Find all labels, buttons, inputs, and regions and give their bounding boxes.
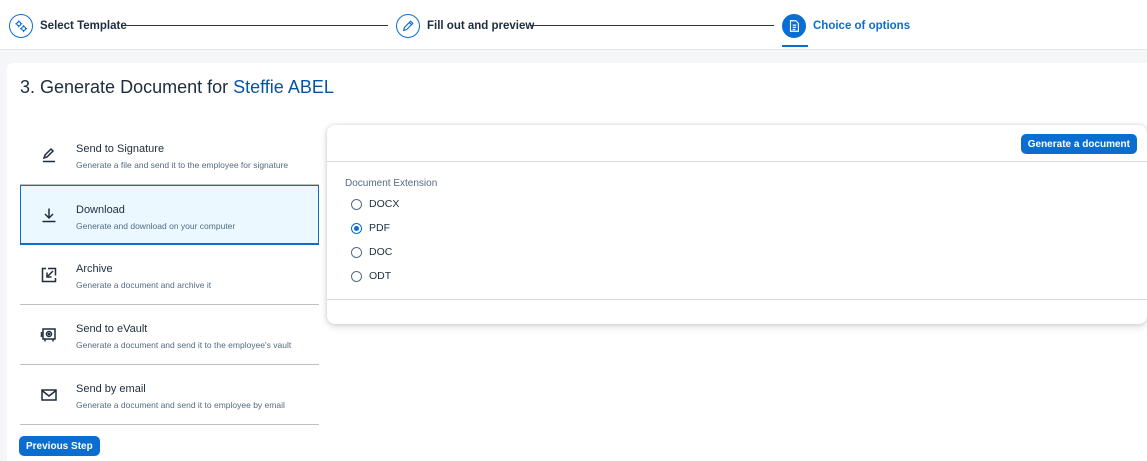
signature-pen-icon (38, 125, 60, 184)
document-icon (782, 14, 806, 38)
vault-icon (38, 305, 60, 364)
step-select-template[interactable]: Select Template (9, 13, 127, 39)
step-connector (530, 25, 774, 26)
radio-label: ODT (369, 270, 392, 282)
option-description: Generate and download on your computer (76, 221, 236, 231)
step-fill-preview[interactable]: Fill out and preview (396, 13, 534, 39)
step-choice-options[interactable]: Choice of options (782, 13, 910, 39)
radio-pdf[interactable]: PDF (351, 222, 390, 234)
radio-button[interactable] (351, 246, 362, 258)
option-title: Archive (76, 263, 113, 275)
page-title: 3. Generate Document for Steffie ABEL (20, 77, 334, 97)
option-title: Send by email (76, 383, 146, 395)
generate-options-card: Generate a document Document Extension D… (327, 125, 1147, 324)
main-panel: 3. Generate Document for Steffie ABEL Se… (7, 63, 1147, 461)
option-download[interactable]: Download Generate and download on your c… (20, 185, 319, 245)
option-title: Send to Signature (76, 143, 165, 155)
archive-icon (38, 245, 60, 304)
download-icon (38, 186, 60, 243)
active-step-indicator (782, 45, 808, 47)
step-label: Select Template (40, 20, 127, 32)
radio-button[interactable] (351, 270, 362, 282)
step-label: Fill out and preview (427, 20, 535, 32)
radio-button[interactable] (351, 198, 362, 210)
option-description: Generate a document and archive it (76, 280, 212, 290)
radio-odt[interactable]: ODT (351, 270, 391, 282)
wizard-stepper: Select Template Fill out and preview Cho… (0, 0, 1147, 50)
option-description: Generate a document and send it to emplo… (76, 400, 285, 410)
option-description: Generate a document and send it to the e… (76, 340, 292, 350)
edit-icon (396, 14, 420, 38)
option-title: Download (76, 204, 125, 216)
option-description: Generate a file and send it to the emplo… (76, 160, 289, 170)
radio-label: PDF (369, 222, 390, 234)
employee-name: Steffie ABEL (233, 77, 334, 97)
step-label: Choice of options (813, 20, 911, 32)
option-archive[interactable]: Archive Generate a document and archive … (20, 245, 319, 305)
radio-docx[interactable]: DOCX (351, 198, 399, 210)
option-send-to-signature[interactable]: Send to Signature Generate a file and se… (20, 125, 319, 185)
option-send-by-email[interactable]: Send by email Generate a document and se… (20, 365, 319, 425)
radio-button[interactable] (351, 222, 362, 234)
radio-label: DOCX (369, 198, 400, 210)
card-footer-divider (327, 299, 1147, 300)
radio-label: DOC (369, 246, 393, 258)
radio-doc[interactable]: DOC (351, 246, 392, 258)
option-send-to-evault[interactable]: Send to eVault Generate a document and s… (20, 305, 319, 365)
document-extension-label: Document Extension (345, 178, 438, 189)
option-title: Send to eVault (76, 323, 148, 335)
generate-document-button[interactable]: Generate a document (1020, 134, 1137, 154)
gears-icon (9, 14, 33, 38)
card-header: Generate a document (327, 125, 1147, 162)
step-connector (125, 25, 388, 26)
previous-step-button[interactable]: Previous Step (19, 436, 100, 456)
envelope-icon (38, 365, 60, 424)
